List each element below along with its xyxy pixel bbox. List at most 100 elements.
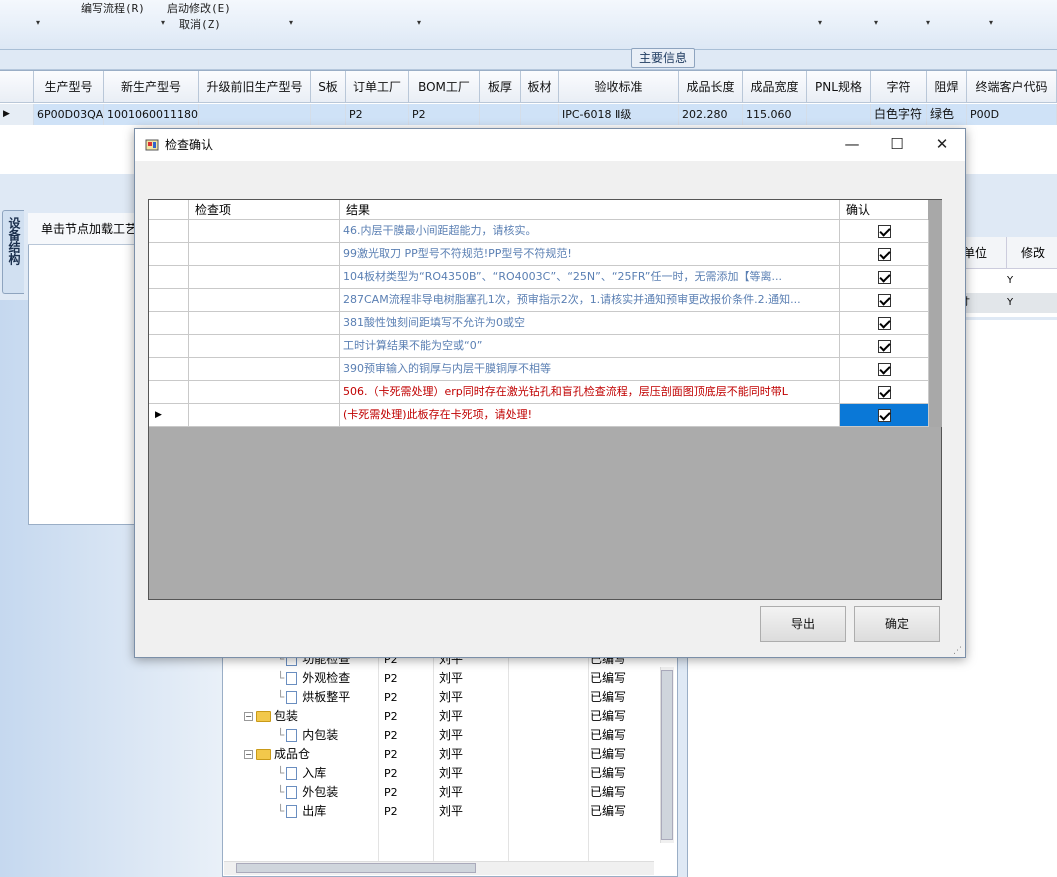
- check-row[interactable]: 工时计算结果不能为空或“0”: [149, 335, 929, 358]
- dropdown-arrow-icon[interactable]: ▾: [818, 18, 822, 27]
- column-header[interactable]: 成品宽度: [743, 71, 807, 103]
- check-item-cell[interactable]: [189, 243, 340, 266]
- confirm-cell[interactable]: [840, 404, 929, 427]
- row-selector[interactable]: ▶: [149, 404, 189, 427]
- scroll-thumb[interactable]: [661, 670, 673, 840]
- table-cell[interactable]: [521, 104, 559, 125]
- table-cell[interactable]: Y: [1007, 271, 1057, 291]
- confirm-cell[interactable]: [840, 358, 929, 381]
- check-row[interactable]: 390预审输入的铜厚与内层干膜铜厚不相等: [149, 358, 929, 381]
- confirm-cell[interactable]: [840, 381, 929, 404]
- maximize-icon[interactable]: ☐: [874, 129, 920, 161]
- table-cell[interactable]: Y: [1007, 293, 1057, 313]
- tree-row[interactable]: └ 入库 P2 刘平 已编写: [222, 764, 662, 783]
- column-header[interactable]: 阻焊: [927, 71, 967, 103]
- check-grid[interactable]: 检查项 结果 确认 46.内层干膜最小间距超能力，请核实。 99激光取刀 PP型号…: [148, 199, 942, 600]
- table-cell[interactable]: 寸: [960, 293, 1007, 313]
- column-header[interactable]: 验收标准: [559, 71, 679, 103]
- dropdown-arrow-icon[interactable]: ▾: [926, 18, 930, 27]
- ok-button[interactable]: 确定: [854, 606, 940, 642]
- check-item-cell[interactable]: [189, 289, 340, 312]
- tree-row[interactable]: └ 外观检查 P2 刘平 已编写: [222, 669, 662, 688]
- column-header[interactable]: 字符: [871, 71, 927, 103]
- table-cell[interactable]: [311, 104, 346, 125]
- right-grid[interactable]: 单位 修改 Y 寸 Y: [960, 237, 1057, 317]
- check-row[interactable]: 104板材类型为“RO4350B”、“RO4003C”、“25N”、“25FR”…: [149, 266, 929, 289]
- confirm-cell[interactable]: [840, 289, 929, 312]
- check-item-cell[interactable]: [189, 358, 340, 381]
- check-result-cell[interactable]: 287CAM流程非导电树脂塞孔1次，预审指示2次，1.请核实并通知预审更改报价条…: [340, 289, 840, 312]
- check-row[interactable]: 99激光取刀 PP型号不符规范!PP型号不符规范!: [149, 243, 929, 266]
- column-header[interactable]: 板厚: [480, 71, 521, 103]
- column-header[interactable]: 确认: [840, 200, 929, 220]
- row-selector[interactable]: [149, 358, 189, 381]
- column-header[interactable]: 升级前旧生产型号: [199, 71, 311, 103]
- check-item-cell[interactable]: [189, 404, 340, 427]
- tree-row[interactable]: − 成品仓 P2 刘平 已编写: [222, 745, 662, 764]
- confirm-checkbox[interactable]: [877, 408, 891, 422]
- resize-grip-icon[interactable]: ⋰: [953, 646, 962, 656]
- check-result-cell[interactable]: 390预审输入的铜厚与内层干膜铜厚不相等: [340, 358, 840, 381]
- check-result-cell[interactable]: 506.（卡死需处理）erp同时存在激光钻孔和盲孔检查流程，层压剖面图顶底层不能…: [340, 381, 840, 404]
- column-header[interactable]: 单位: [960, 237, 1007, 269]
- tree-row[interactable]: └ 内包装 P2 刘平 已编写: [222, 726, 662, 745]
- cancel-button[interactable]: 取消(Z): [179, 16, 221, 32]
- table-cell[interactable]: P00D: [967, 104, 1057, 125]
- table-cell[interactable]: IPC-6018 Ⅱ级: [559, 104, 679, 125]
- dropdown-arrow-icon[interactable]: ▾: [417, 18, 421, 27]
- dropdown-arrow-icon[interactable]: ▾: [161, 18, 165, 27]
- row-selector[interactable]: [149, 289, 189, 312]
- check-result-cell[interactable]: 381酸性蚀刻间距填写不允许为0或空: [340, 312, 840, 335]
- check-result-cell[interactable]: 99激光取刀 PP型号不符规范!PP型号不符规范!: [340, 243, 840, 266]
- export-button[interactable]: 导出: [760, 606, 846, 642]
- row-selector[interactable]: [149, 312, 189, 335]
- table-cell[interactable]: 白色字符: [871, 104, 927, 125]
- row-selector[interactable]: [149, 381, 189, 404]
- check-row[interactable]: 287CAM流程非导电树脂塞孔1次，预审指示2次，1.请核实并通知预审更改报价条…: [149, 289, 929, 312]
- column-header[interactable]: BOM工厂: [409, 71, 480, 103]
- table-cell[interactable]: [480, 104, 521, 125]
- column-header[interactable]: 检查项: [189, 200, 340, 220]
- check-row[interactable]: 381酸性蚀刻间距填写不允许为0或空: [149, 312, 929, 335]
- column-header[interactable]: S板: [311, 71, 346, 103]
- collapse-icon[interactable]: −: [244, 712, 253, 721]
- close-icon[interactable]: ✕: [919, 129, 965, 161]
- table-cell[interactable]: 115.060: [743, 104, 807, 125]
- confirm-checkbox[interactable]: [877, 270, 891, 284]
- table-cell[interactable]: P2: [409, 104, 480, 125]
- tree-row[interactable]: └ 外包装 P2 刘平 已编写: [222, 783, 662, 802]
- table-cell[interactable]: [807, 104, 871, 125]
- column-header[interactable]: 终端客户代码: [967, 71, 1057, 103]
- tree-row[interactable]: └ 烘板整平 P2 刘平 已编写: [222, 688, 662, 707]
- table-cell[interactable]: P2: [346, 104, 409, 125]
- dropdown-arrow-icon[interactable]: ▾: [36, 18, 40, 27]
- column-header[interactable]: 结果: [340, 200, 840, 220]
- check-item-cell[interactable]: [189, 335, 340, 358]
- check-result-cell[interactable]: 46.内层干膜最小间距超能力，请核实。: [340, 220, 840, 243]
- confirm-checkbox[interactable]: [877, 362, 891, 376]
- row-selector[interactable]: [149, 335, 189, 358]
- table-cell[interactable]: 绿色: [927, 104, 967, 125]
- table-cell[interactable]: 6P00D03QA0: [34, 104, 104, 125]
- check-row[interactable]: ▶ (卡死需处理)此板存在卡死项，请处理!: [149, 404, 929, 427]
- dropdown-arrow-icon[interactable]: ▾: [874, 18, 878, 27]
- check-item-cell[interactable]: [189, 381, 340, 404]
- confirm-checkbox[interactable]: [877, 385, 891, 399]
- collapse-icon[interactable]: −: [244, 750, 253, 759]
- table-cell[interactable]: [199, 104, 311, 125]
- vertical-scrollbar[interactable]: [928, 200, 942, 427]
- confirm-checkbox[interactable]: [877, 339, 891, 353]
- row-selector[interactable]: [149, 243, 189, 266]
- table-cell[interactable]: 202.280: [679, 104, 743, 125]
- dropdown-arrow-icon[interactable]: ▾: [989, 18, 993, 27]
- column-header[interactable]: 生产型号: [34, 71, 104, 103]
- check-result-cell[interactable]: 104板材类型为“RO4350B”、“RO4003C”、“25N”、“25FR”…: [340, 266, 840, 289]
- table-cell[interactable]: [960, 271, 1007, 291]
- check-result-cell[interactable]: (卡死需处理)此板存在卡死项，请处理!: [340, 404, 840, 427]
- column-header[interactable]: 订单工厂: [346, 71, 409, 103]
- check-result-cell[interactable]: 工时计算结果不能为空或“0”: [340, 335, 840, 358]
- tab-equipment-structure[interactable]: 设备结构: [2, 210, 24, 294]
- dropdown-arrow-icon[interactable]: ▾: [289, 18, 293, 27]
- confirm-checkbox[interactable]: [877, 316, 891, 330]
- check-row[interactable]: 46.内层干膜最小间距超能力，请核实。: [149, 220, 929, 243]
